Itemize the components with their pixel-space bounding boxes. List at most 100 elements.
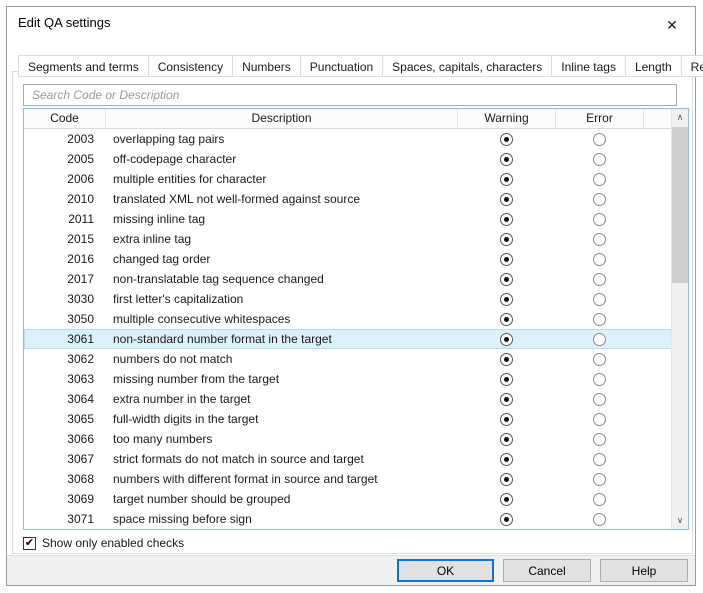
table-row[interactable]: 3071space missing before sign	[24, 509, 673, 529]
error-radio[interactable]	[593, 213, 606, 226]
table-row[interactable]: 2006multiple entities for character	[24, 169, 673, 189]
column-header-code[interactable]: Code	[24, 109, 105, 128]
error-radio[interactable]	[593, 473, 606, 486]
table-row[interactable]: 2017non-translatable tag sequence change…	[24, 269, 673, 289]
warning-radio[interactable]	[500, 193, 513, 206]
cell-description: translated XML not well-formed against s…	[105, 192, 457, 206]
show-only-enabled-checkbox[interactable]: ✔	[23, 537, 36, 550]
warning-radio[interactable]	[500, 273, 513, 286]
edit-qa-settings-dialog: Edit QA settings ✕ Segments and termsCon…	[6, 6, 696, 586]
cell-description: extra number in the target	[105, 392, 457, 406]
table-row[interactable]: 2016changed tag order	[24, 249, 673, 269]
table-row[interactable]: 2011missing inline tag	[24, 209, 673, 229]
table-row[interactable]: 2010translated XML not well-formed again…	[24, 189, 673, 209]
cell-warning	[457, 333, 555, 346]
help-button[interactable]: Help	[600, 559, 688, 582]
cancel-button[interactable]: Cancel	[503, 559, 591, 582]
warning-radio[interactable]	[500, 493, 513, 506]
table-row[interactable]: 3061non-standard number format in the ta…	[24, 329, 673, 349]
error-radio[interactable]	[593, 193, 606, 206]
error-radio[interactable]	[593, 513, 606, 526]
scrollbar-down-icon[interactable]: ∨	[672, 512, 688, 529]
warning-radio[interactable]	[500, 413, 513, 426]
error-radio[interactable]	[593, 373, 606, 386]
table-row[interactable]: 3063missing number from the target	[24, 369, 673, 389]
error-radio[interactable]	[593, 353, 606, 366]
warning-radio[interactable]	[500, 293, 513, 306]
table-row[interactable]: 3030first letter's capitalization	[24, 289, 673, 309]
table-row[interactable]: 2005off-codepage character	[24, 149, 673, 169]
table-row[interactable]: 3064extra number in the target	[24, 389, 673, 409]
warning-radio[interactable]	[500, 253, 513, 266]
tab-punctuation[interactable]: Punctuation	[300, 55, 383, 77]
error-radio[interactable]	[593, 433, 606, 446]
table-row[interactable]: 3066too many numbers	[24, 429, 673, 449]
cell-code: 2011	[24, 212, 105, 226]
warning-radio[interactable]	[500, 333, 513, 346]
qa-checks-table: Code Description Warning Error 2003overl…	[23, 108, 689, 530]
warning-radio[interactable]	[500, 393, 513, 406]
table-row[interactable]: 3068numbers with different format in sou…	[24, 469, 673, 489]
tab-consistency[interactable]: Consistency	[148, 55, 233, 77]
error-radio[interactable]	[593, 453, 606, 466]
error-radio[interactable]	[593, 493, 606, 506]
column-header-error[interactable]: Error	[555, 109, 643, 128]
close-icon[interactable]: ✕	[661, 14, 683, 36]
cell-code: 3071	[24, 512, 105, 526]
cell-error	[555, 193, 643, 206]
warning-radio[interactable]	[500, 433, 513, 446]
tab-segments-and-terms[interactable]: Segments and terms	[18, 55, 149, 77]
warning-radio[interactable]	[500, 373, 513, 386]
tab-regex[interactable]: Regex	[681, 55, 703, 77]
tab-inline-tags[interactable]: Inline tags	[551, 55, 626, 77]
warning-radio[interactable]	[500, 233, 513, 246]
tab-length[interactable]: Length	[625, 55, 682, 77]
warning-radio[interactable]	[500, 513, 513, 526]
cell-code: 3063	[24, 372, 105, 386]
cell-error	[555, 293, 643, 306]
cell-description: space missing before sign	[105, 512, 457, 526]
warning-radio[interactable]	[500, 213, 513, 226]
cell-warning	[457, 213, 555, 226]
table-row[interactable]: 3069target number should be grouped	[24, 489, 673, 509]
ok-button[interactable]: OK	[397, 559, 494, 582]
warning-radio[interactable]	[500, 153, 513, 166]
warning-radio[interactable]	[500, 353, 513, 366]
warning-radio[interactable]	[500, 133, 513, 146]
cell-description: multiple consecutive whitespaces	[105, 312, 457, 326]
cell-error	[555, 373, 643, 386]
error-radio[interactable]	[593, 253, 606, 266]
column-header-description[interactable]: Description	[105, 109, 457, 128]
table-row[interactable]: 3062numbers do not match	[24, 349, 673, 369]
error-radio[interactable]	[593, 173, 606, 186]
error-radio[interactable]	[593, 393, 606, 406]
table-row[interactable]: 3067strict formats do not match in sourc…	[24, 449, 673, 469]
error-radio[interactable]	[593, 273, 606, 286]
table-row[interactable]: 3050multiple consecutive whitespaces	[24, 309, 673, 329]
table-row[interactable]: 2003overlapping tag pairs	[24, 129, 673, 149]
column-header-warning[interactable]: Warning	[457, 109, 555, 128]
search-input[interactable]	[23, 84, 677, 106]
warning-radio[interactable]	[500, 313, 513, 326]
tab-spaces-capitals-characters[interactable]: Spaces, capitals, characters	[382, 55, 552, 77]
cell-warning	[457, 313, 555, 326]
error-radio[interactable]	[593, 333, 606, 346]
show-only-enabled-row: ✔ Show only enabled checks	[23, 536, 184, 550]
scrollbar-thumb[interactable]	[672, 127, 688, 283]
cell-error	[555, 453, 643, 466]
scrollbar-up-icon[interactable]: ∧	[672, 109, 688, 126]
tab-numbers[interactable]: Numbers	[232, 55, 301, 77]
table-row[interactable]: 2015extra inline tag	[24, 229, 673, 249]
error-radio[interactable]	[593, 313, 606, 326]
error-radio[interactable]	[593, 293, 606, 306]
error-radio[interactable]	[593, 233, 606, 246]
error-radio[interactable]	[593, 133, 606, 146]
error-radio[interactable]	[593, 413, 606, 426]
warning-radio[interactable]	[500, 473, 513, 486]
table-row[interactable]: 3065full-width digits in the target	[24, 409, 673, 429]
warning-radio[interactable]	[500, 453, 513, 466]
warning-radio[interactable]	[500, 173, 513, 186]
vertical-scrollbar[interactable]: ∧ ∨	[671, 109, 688, 529]
error-radio[interactable]	[593, 153, 606, 166]
cell-error	[555, 493, 643, 506]
